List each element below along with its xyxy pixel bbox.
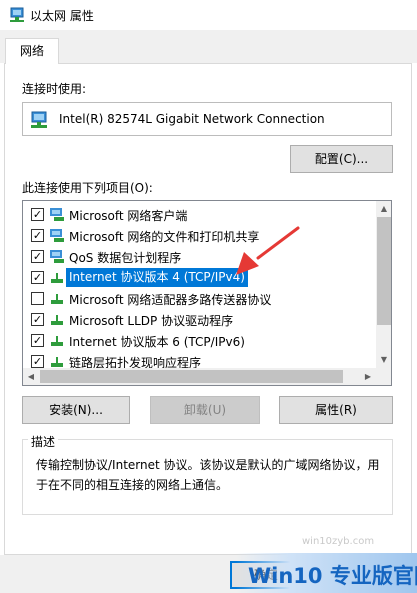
item-checkbox[interactable]: ✓ (31, 208, 44, 221)
vertical-scrollbar[interactable]: ▲ ▼ (376, 201, 391, 368)
item-checkbox[interactable]: ✓ (31, 313, 44, 326)
title-bar: 以太网 属性 (0, 0, 417, 30)
adapter-name: Intel(R) 82574L Gigabit Network Connecti… (59, 112, 325, 126)
qos-icon (50, 250, 64, 263)
scroll-down-icon[interactable]: ▼ (376, 352, 391, 368)
scroll-right-icon[interactable]: ▶ (360, 368, 376, 385)
item-checkbox[interactable]: ✓ (31, 334, 44, 347)
protocol-icon (51, 273, 63, 283)
adapter-box: Intel(R) 82574L Gigabit Network Connecti… (22, 102, 392, 136)
list-item[interactable]: ✓ Internet 协议版本 6 (TCP/IPv6) (23, 330, 375, 351)
item-label: QoS 数据包计划程序 (69, 251, 182, 265)
protocol-icon (51, 336, 63, 346)
protocol-icon (51, 294, 63, 304)
description-title: 描述 (28, 433, 59, 450)
description-text: 传输控制协议/Internet 协议。该协议是默认的广域网络协议，用于在不同的相… (36, 458, 380, 492)
window-title: 以太网 属性 (30, 9, 94, 23)
horizontal-scrollbar[interactable]: ◀ ▶ (23, 368, 376, 385)
item-label: Microsoft 网络的文件和打印机共享 (69, 230, 260, 244)
connect-using-label: 连接时使用: (22, 82, 87, 96)
list-item[interactable]: ✓ QoS 数据包计划程序 (23, 246, 375, 267)
item-label: Internet 协议版本 6 (TCP/IPv6) (69, 335, 245, 349)
properties-button[interactable]: 属性(R) (279, 396, 393, 424)
network-share-icon (50, 229, 64, 242)
item-checkbox[interactable]: ✓ (31, 355, 44, 368)
scroll-left-icon[interactable]: ◀ (23, 368, 39, 385)
protocol-icon (51, 315, 63, 325)
network-adapter-icon (10, 7, 24, 22)
uninstall-button[interactable]: 卸载(U) (150, 396, 260, 424)
install-button[interactable]: 安装(N)... (22, 396, 130, 424)
list-item[interactable]: ✓ Microsoft 网络客户端 (23, 204, 375, 225)
item-checkbox[interactable]: ✓ (31, 271, 44, 284)
list-item[interactable]: ✓ Microsoft 网络的文件和打印机共享 (23, 225, 375, 246)
list-item[interactable]: ✓ Internet 协议版本 4 (TCP/IPv4) (23, 267, 375, 288)
watermark-logo: Win10 专业版官网 (248, 564, 417, 588)
list-item[interactable]: Microsoft 网络适配器多路传送器协议 (23, 288, 375, 309)
item-label: Microsoft LLDP 协议驱动程序 (69, 314, 234, 328)
item-label: Microsoft 网络客户端 (69, 209, 188, 223)
item-label: Internet 协议版本 4 (TCP/IPv4) (66, 268, 248, 287)
tab-strip (0, 30, 417, 63)
item-checkbox[interactable] (31, 292, 44, 305)
scroll-up-icon[interactable]: ▲ (376, 201, 391, 217)
vertical-scroll-thumb[interactable] (377, 217, 391, 325)
item-checkbox[interactable]: ✓ (31, 250, 44, 263)
horizontal-scroll-thumb[interactable] (40, 370, 343, 383)
items-label: 此连接使用下列项目(O): (22, 181, 153, 195)
items-list[interactable]: ✓ Microsoft 网络客户端 ✓ Microsoft 网络的文件和打印机共… (22, 200, 392, 386)
tab-network[interactable]: 网络 (5, 38, 59, 64)
configure-button[interactable]: 配置(C)... (290, 145, 393, 173)
network-adapter-icon (31, 111, 47, 128)
protocol-icon (51, 357, 63, 367)
watermark-url: win10zyb.com (302, 536, 375, 547)
item-label: Microsoft 网络适配器多路传送器协议 (69, 293, 272, 307)
item-checkbox[interactable]: ✓ (31, 229, 44, 242)
scrollbar-corner (376, 368, 391, 385)
list-item[interactable]: ✓ Microsoft LLDP 协议驱动程序 (23, 309, 375, 330)
network-client-icon (50, 208, 64, 221)
